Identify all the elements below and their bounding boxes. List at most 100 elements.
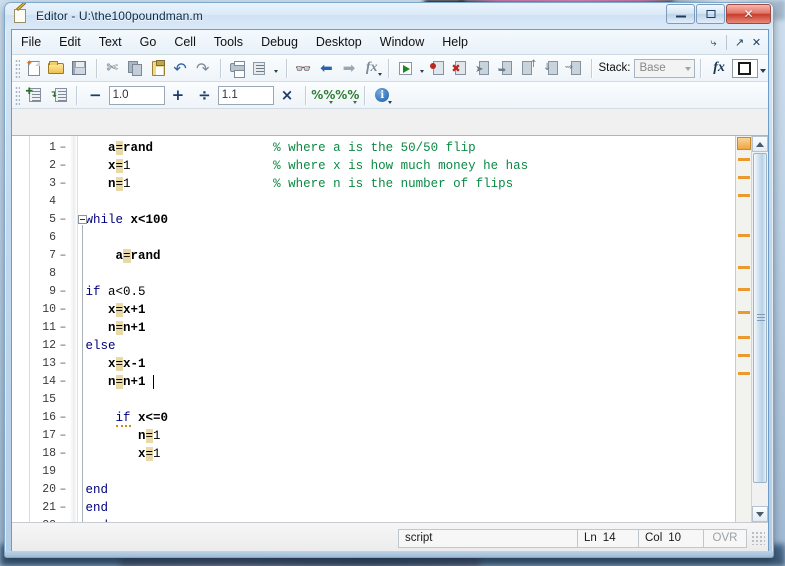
step-icon[interactable]: ➤ [473, 57, 494, 79]
undock-arrow-icon[interactable]: ↗ [732, 34, 747, 51]
code-line[interactable]: if a<0.5 [78, 283, 735, 301]
menu-edit[interactable]: Edit [50, 32, 90, 52]
print-dropdown-chevron-down-icon[interactable] [271, 57, 281, 79]
undo-icon[interactable]: ↶ [171, 57, 192, 79]
menu-go[interactable]: Go [131, 32, 166, 52]
occurrence-marker[interactable] [738, 234, 750, 237]
paste-icon[interactable] [148, 57, 169, 79]
multiplicative-value-input[interactable]: 1.1 [217, 85, 274, 105]
increase-value-icon[interactable]: + [165, 86, 192, 104]
code-line[interactable]: x=1 % where x is how much money he has [78, 157, 735, 175]
code-fold-gutter[interactable] [70, 136, 78, 522]
menu-debug[interactable]: Debug [252, 32, 307, 52]
vertical-scrollbar[interactable] [751, 136, 768, 522]
function-browser-icon[interactable]: fx [361, 57, 383, 79]
title-bar[interactable]: Editor - U:\the100poundman.m ✕ [5, 3, 773, 29]
code-line[interactable]: a=rand % where a is the 50/50 flip [78, 139, 735, 157]
occurrence-marker[interactable] [738, 372, 750, 375]
insert-cell-divider-selection-icon[interactable]: ↴ [48, 84, 70, 106]
resize-grip[interactable] [751, 531, 765, 545]
minimize-button[interactable] [666, 4, 695, 24]
insert-cell-divider-icon[interactable]: ✚ [24, 84, 46, 106]
divide-value-icon[interactable]: ÷ [191, 86, 218, 104]
find-icon[interactable]: 👓 [293, 57, 314, 79]
breakpoint-gutter[interactable] [12, 136, 30, 522]
menu-window[interactable]: Window [371, 32, 433, 52]
occurrence-marker-strip[interactable] [735, 136, 751, 522]
occurrence-marker[interactable] [738, 288, 750, 291]
code-line[interactable]: n=n+1 [78, 373, 735, 391]
menu-cell[interactable]: Cell [165, 32, 205, 52]
forward-icon[interactable]: ➡ [339, 57, 360, 79]
menu-desktop[interactable]: Desktop [307, 32, 371, 52]
occurrence-marker[interactable] [738, 176, 750, 179]
menu-text[interactable]: Text [90, 32, 131, 52]
occurrence-marker[interactable] [738, 311, 750, 314]
code-line[interactable] [78, 391, 735, 409]
evaluate-cell-icon[interactable]: %% [311, 84, 335, 106]
step-out-icon[interactable]: ↑ [519, 57, 540, 79]
dock-arrow-icon[interactable]: ⤷ [706, 34, 721, 51]
code-text-area[interactable]: a=rand % where a is the 50/50 flip x=1 %… [78, 136, 735, 522]
save-file-icon[interactable] [69, 57, 90, 79]
occurrence-marker[interactable] [738, 336, 750, 339]
set-breakpoint-icon[interactable] [428, 57, 449, 79]
function-shortcut-icon[interactable]: fx [707, 57, 731, 79]
back-icon[interactable]: ⬅ [316, 57, 337, 79]
multiply-value-icon[interactable]: × [274, 86, 301, 104]
continue-icon[interactable]: ↓ [541, 57, 562, 79]
scroll-up-button[interactable] [752, 136, 768, 152]
quit-debugging-icon[interactable]: ⇝ [564, 57, 585, 79]
step-in-icon[interactable]: ➥ [496, 57, 517, 79]
color-dropdown-chevron-down-icon[interactable] [758, 57, 768, 79]
toolbar-grip[interactable] [15, 58, 20, 78]
menu-tools[interactable]: Tools [205, 32, 252, 52]
code-line[interactable]: else [78, 337, 735, 355]
scroll-down-button[interactable] [752, 506, 768, 522]
maximize-button[interactable] [696, 4, 725, 24]
clear-breakpoints-icon[interactable]: ✖ [451, 57, 472, 79]
scrollbar-thumb[interactable] [753, 153, 767, 483]
print-preview-icon[interactable] [249, 57, 270, 79]
color-swatch-button[interactable] [732, 58, 758, 78]
code-line[interactable] [78, 265, 735, 283]
code-line[interactable]: n=1 % where n is the number of flips [78, 175, 735, 193]
close-button[interactable]: ✕ [726, 4, 771, 24]
evaluate-cell-advance-icon[interactable]: %% [335, 84, 359, 106]
decrease-value-icon[interactable]: − [82, 86, 109, 104]
code-line[interactable]: if x<=0 [78, 409, 735, 427]
redo-icon[interactable]: ↷ [193, 57, 214, 79]
code-line[interactable] [78, 463, 735, 481]
code-line[interactable]: end [78, 499, 735, 517]
code-line[interactable]: x=x-1 [78, 355, 735, 373]
cut-icon[interactable]: ✄ [103, 57, 124, 79]
run-icon[interactable] [395, 57, 416, 79]
stack-select[interactable]: Base [634, 58, 695, 78]
code-line[interactable]: n=n+1 [78, 319, 735, 337]
close-panel-icon[interactable]: ✕ [749, 34, 764, 51]
occurrence-marker[interactable] [738, 158, 750, 161]
code-editor[interactable]: 123456789101112131415161718192021222324 … [12, 135, 768, 557]
code-line[interactable]: x=1 [78, 445, 735, 463]
code-line[interactable] [78, 193, 735, 211]
occurrence-marker[interactable] [738, 266, 750, 269]
occurrence-marker[interactable] [738, 194, 750, 197]
copy-icon[interactable] [125, 57, 146, 79]
run-dropdown-chevron-down-icon[interactable] [417, 57, 427, 79]
code-line[interactable]: x=x+1 [78, 301, 735, 319]
toolbar-grip[interactable] [15, 85, 20, 105]
additive-value-input[interactable]: 1.0 [108, 85, 165, 105]
code-line[interactable]: a=rand [78, 247, 735, 265]
code-line[interactable]: n=1 [78, 427, 735, 445]
cell-info-icon[interactable]: i [371, 84, 393, 106]
menu-file[interactable]: File [12, 32, 50, 52]
code-line[interactable]: end [78, 481, 735, 499]
open-file-icon[interactable] [46, 57, 67, 79]
print-icon[interactable] [227, 57, 248, 79]
new-file-icon[interactable]: ✦ [24, 57, 45, 79]
code-line[interactable]: while x<100 [78, 211, 735, 229]
code-line[interactable] [78, 229, 735, 247]
occurrence-marker[interactable] [738, 354, 750, 357]
menu-help[interactable]: Help [433, 32, 477, 52]
marker-strip-status-box[interactable] [737, 137, 751, 150]
